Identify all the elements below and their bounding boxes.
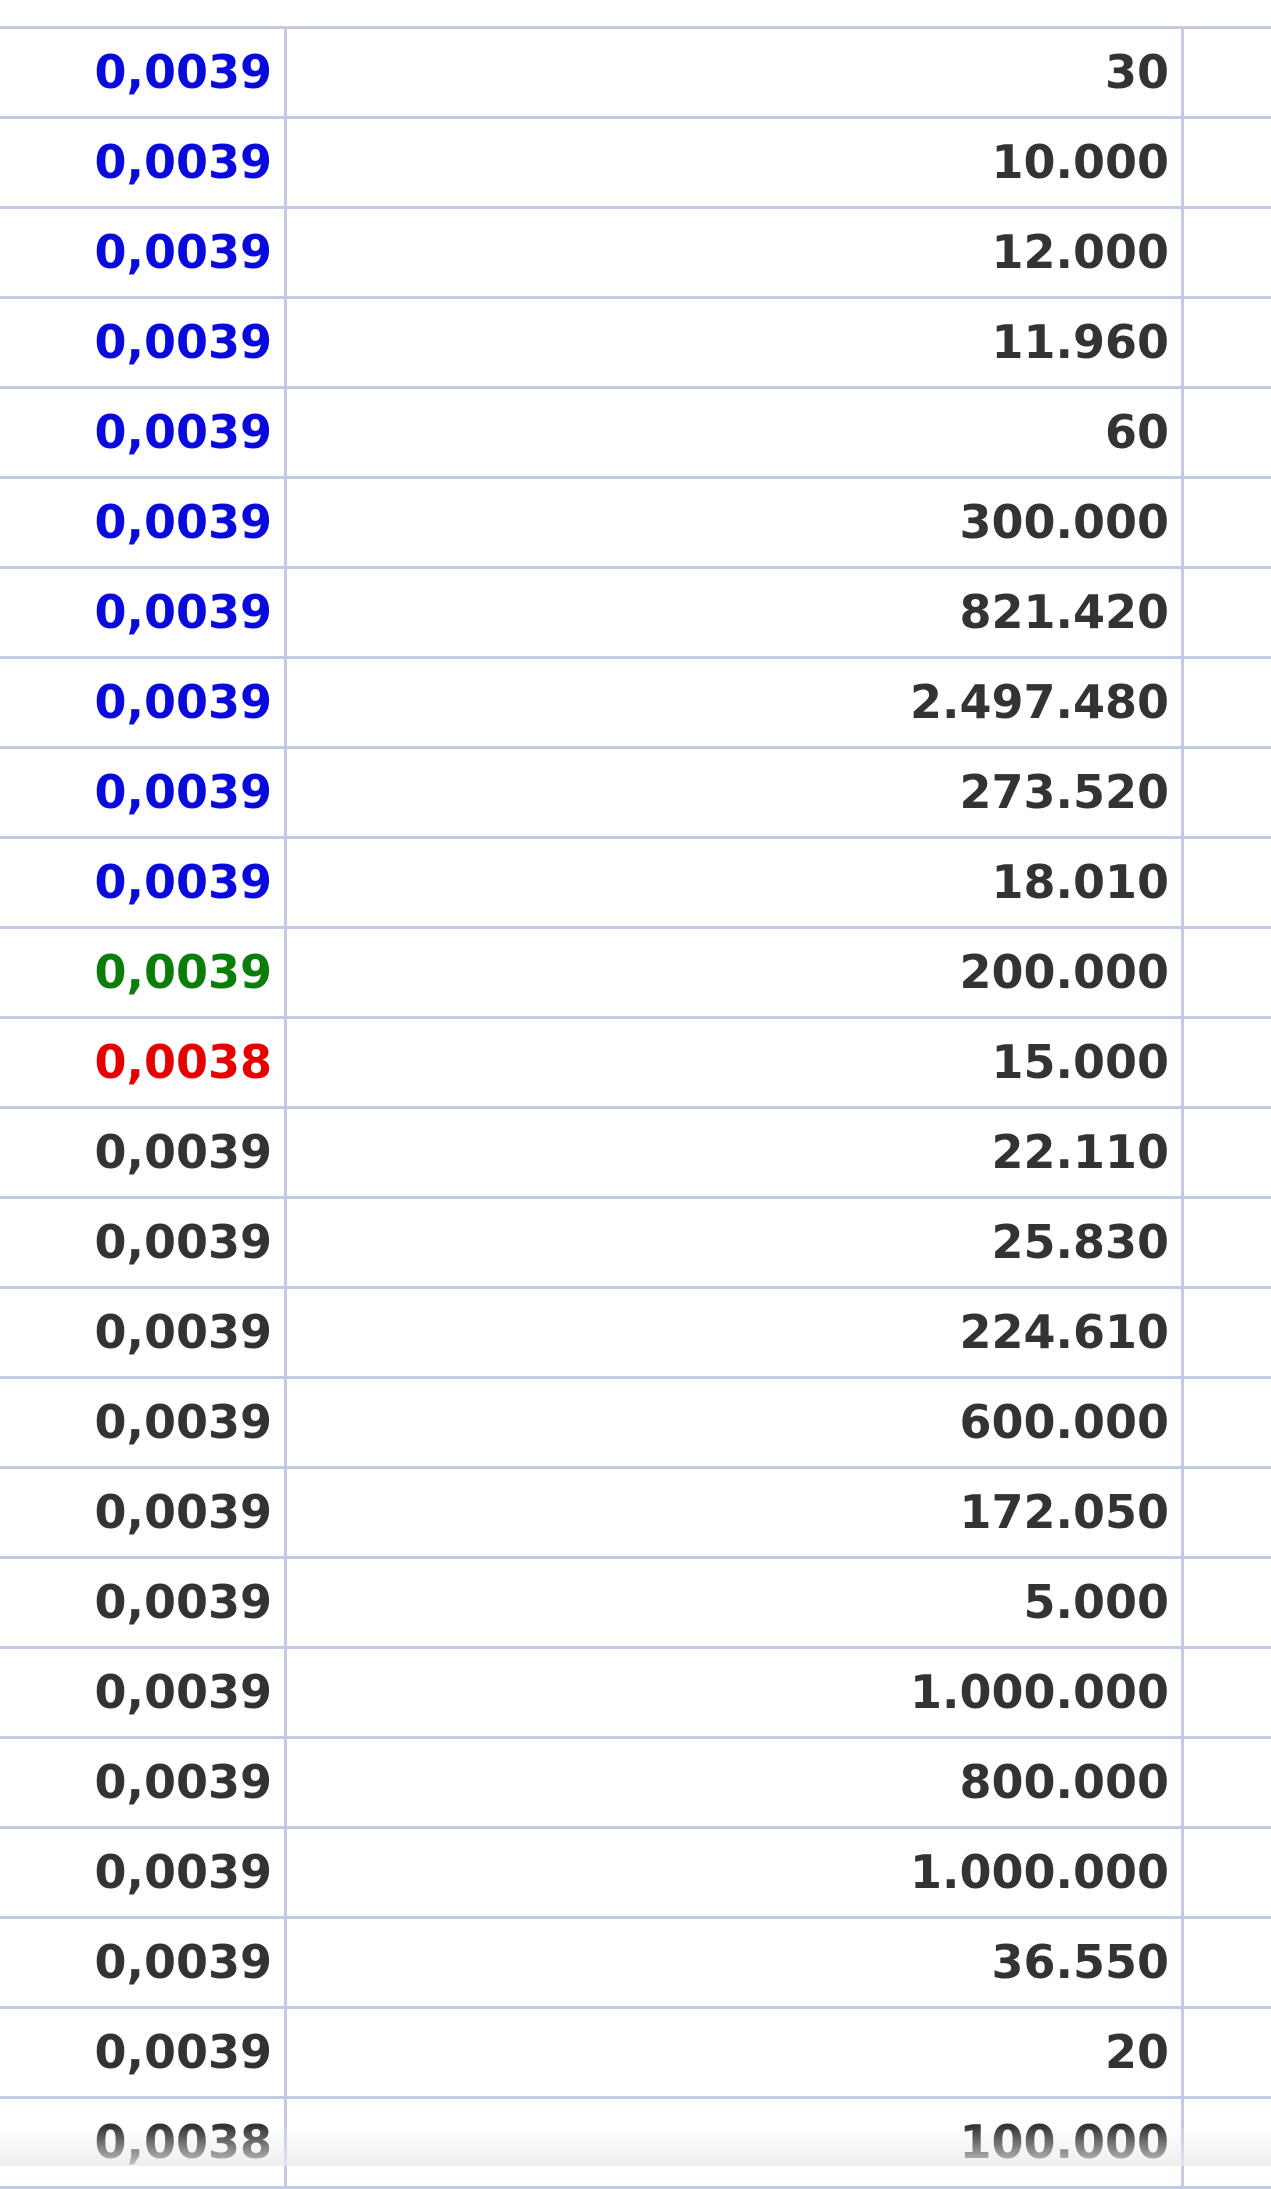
price-cell: 0,0039 xyxy=(0,1199,287,1286)
price-cell: 0,0039 xyxy=(0,1109,287,1196)
quantity-cell: 600.000 xyxy=(287,1379,1184,1466)
table-row: 0,0039 1.000.000 xyxy=(0,1829,1271,1919)
next-column-cell xyxy=(1184,569,1271,656)
next-column-cell xyxy=(1184,1739,1271,1826)
table-row: 0,0039 172.050 xyxy=(0,1469,1271,1559)
next-column-cell xyxy=(1184,1919,1271,2006)
table-row: 0,0039 600.000 xyxy=(0,1379,1271,1469)
quantity-cell: 11.960 xyxy=(287,299,1184,386)
table-row: 0,0039 18.010 xyxy=(0,839,1271,929)
table-row: 0,0039 60 xyxy=(0,389,1271,479)
next-column-cell xyxy=(1184,839,1271,926)
price-cell: 0,0038 xyxy=(0,2099,287,2186)
quantity-cell: 1.000.000 xyxy=(287,1829,1184,1916)
price-cell: 0,0039 xyxy=(0,1649,287,1736)
table-row: 0,0039 273.520 xyxy=(0,749,1271,839)
table-row: 0,0039 200.000 xyxy=(0,929,1271,1019)
next-column-cell xyxy=(1184,2009,1271,2096)
quantity-cell: 200.000 xyxy=(287,929,1184,1016)
table-row: 0,0039 12.000 xyxy=(0,209,1271,299)
price-cell: 0,0039 xyxy=(0,209,287,296)
next-column-cell xyxy=(1184,299,1271,386)
table-row: 0,0039 821.420 xyxy=(0,569,1271,659)
quantity-cell: 2.497.480 xyxy=(287,659,1184,746)
next-column-cell xyxy=(1184,209,1271,296)
table-row: 0,0039 22.110 xyxy=(0,1109,1271,1199)
quantity-cell: 800.000 xyxy=(287,1739,1184,1826)
price-cell: 0,0038 xyxy=(0,1019,287,1106)
price-cell: 0,0039 xyxy=(0,479,287,566)
next-column-cell xyxy=(1184,1649,1271,1736)
price-cell: 0,0039 xyxy=(0,659,287,746)
table-row: 0,0039 30 xyxy=(0,29,1271,119)
quantity-cell: 821.420 xyxy=(287,569,1184,656)
price-cell: 0,0039 xyxy=(0,839,287,926)
price-cell: 0,0039 xyxy=(0,1379,287,1466)
next-column-cell xyxy=(1184,929,1271,1016)
quantity-cell: 300.000 xyxy=(287,479,1184,566)
next-column-cell xyxy=(1184,479,1271,566)
table-row: 0,0039 11.960 xyxy=(0,299,1271,389)
table-row: 0,0039 800.000 xyxy=(0,1739,1271,1829)
next-column-cell xyxy=(1184,1019,1271,1106)
table-row: 0,0039 224.610 xyxy=(0,1289,1271,1379)
price-cell: 0,0039 xyxy=(0,1469,287,1556)
next-column-cell xyxy=(1184,1199,1271,1286)
quantity-cell: 172.050 xyxy=(287,1469,1184,1556)
price-cell: 0,0039 xyxy=(0,2009,287,2096)
price-cell: 0,0039 xyxy=(0,749,287,836)
quantity-cell: 100.000 xyxy=(287,2099,1184,2186)
quantity-cell: 1.000.000 xyxy=(287,1649,1184,1736)
price-cell: 0,0039 xyxy=(0,1919,287,2006)
next-column-cell xyxy=(1184,749,1271,836)
next-column-cell xyxy=(1184,389,1271,476)
next-column-cell xyxy=(1184,1469,1271,1556)
next-column-cell xyxy=(1184,1559,1271,1646)
quantity-cell: 18.010 xyxy=(287,839,1184,926)
quantity-cell: 224.610 xyxy=(287,1289,1184,1376)
table-row: 0,0039 25.830 xyxy=(0,1199,1271,1289)
quantity-cell: 22.110 xyxy=(287,1109,1184,1196)
quantity-cell: 30 xyxy=(287,29,1184,116)
quantity-cell: 12.000 xyxy=(287,209,1184,296)
table-row: 0,0038 100.000 xyxy=(0,2099,1271,2189)
quantity-cell: 5.000 xyxy=(287,1559,1184,1646)
next-column-cell xyxy=(1184,659,1271,746)
price-cell: 0,0039 xyxy=(0,1829,287,1916)
next-column-cell xyxy=(1184,29,1271,116)
table-row: 0,0039 36.550 xyxy=(0,1919,1271,2009)
quantity-cell: 15.000 xyxy=(287,1019,1184,1106)
price-cell: 0,0039 xyxy=(0,929,287,1016)
quantity-cell: 10.000 xyxy=(287,119,1184,206)
price-cell: 0,0039 xyxy=(0,569,287,656)
quantity-cell: 36.550 xyxy=(287,1919,1184,2006)
table-row: 0,0039 2.497.480 xyxy=(0,659,1271,749)
price-cell: 0,0039 xyxy=(0,119,287,206)
price-cell: 0,0039 xyxy=(0,1739,287,1826)
table-row: 0,0039 300.000 xyxy=(0,479,1271,569)
quantity-cell: 273.520 xyxy=(287,749,1184,836)
quantity-cell: 20 xyxy=(287,2009,1184,2096)
next-column-cell xyxy=(1184,1109,1271,1196)
quantity-cell: 25.830 xyxy=(287,1199,1184,1286)
next-column-cell xyxy=(1184,1829,1271,1916)
quantity-cell: 60 xyxy=(287,389,1184,476)
next-column-cell xyxy=(1184,1379,1271,1466)
price-cell: 0,0039 xyxy=(0,29,287,116)
price-cell: 0,0039 xyxy=(0,389,287,476)
trades-table: 0,0039 30 0,0039 10.000 0,0039 12.000 0,0039 11… xyxy=(0,26,1271,2189)
table-row: 0,0038 15.000 xyxy=(0,1019,1271,1109)
price-cell: 0,0039 xyxy=(0,299,287,386)
price-cell: 0,0039 xyxy=(0,1289,287,1376)
next-column-cell xyxy=(1184,1289,1271,1376)
next-column-cell xyxy=(1184,119,1271,206)
table-row: 0,0039 20 xyxy=(0,2009,1271,2099)
table-row: 0,0039 5.000 xyxy=(0,1559,1271,1649)
table-row: 0,0039 10.000 xyxy=(0,119,1271,209)
price-cell: 0,0039 xyxy=(0,1559,287,1646)
table-row: 0,0039 1.000.000 xyxy=(0,1649,1271,1739)
next-column-cell xyxy=(1184,2099,1271,2186)
